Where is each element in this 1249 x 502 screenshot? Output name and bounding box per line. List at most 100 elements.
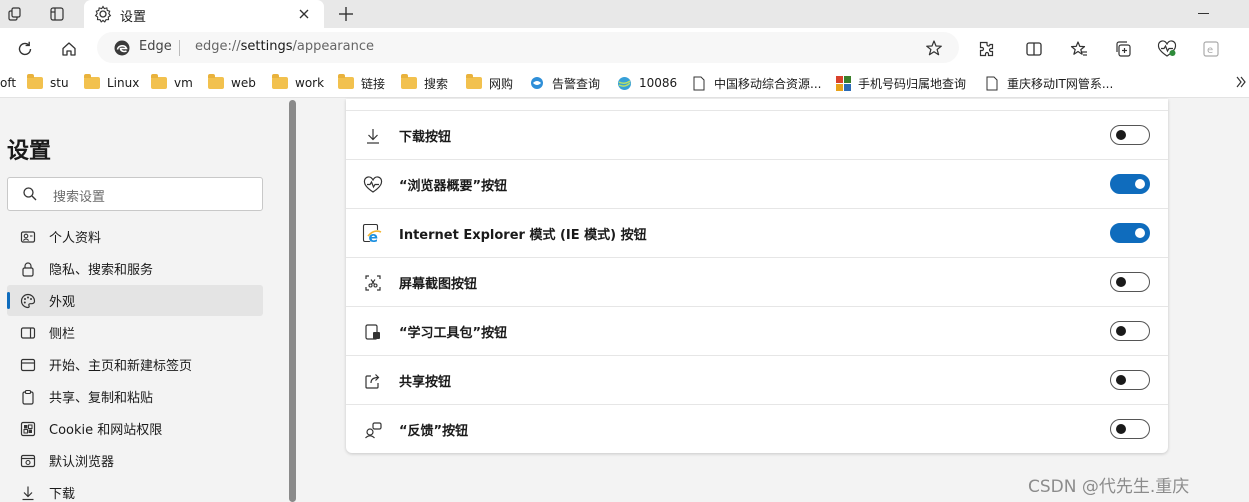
- bookmark-folder[interactable]: 链接: [338, 74, 385, 92]
- search-settings-field[interactable]: 搜索设置: [7, 177, 263, 211]
- setting-row-browser-essentials[interactable]: “浏览器概要”按钮: [346, 159, 1168, 208]
- bookmark-label: 搜索: [424, 76, 449, 91]
- sidebar-item-share-copy-paste[interactable]: 共享、复制和粘贴: [7, 381, 263, 412]
- tab-settings[interactable]: 设置: [84, 0, 324, 28]
- favorite-star-icon[interactable]: [923, 37, 945, 59]
- address-separator: [179, 40, 180, 56]
- learning-toolkit-toggle[interactable]: [1110, 321, 1150, 341]
- settings-sidebar: 设置 搜索设置 个人资料 隐私、搜索和服务 外观 侧栏 开始、主页和新建标签页 …: [0, 99, 288, 502]
- screenshot-toggle[interactable]: [1110, 272, 1150, 292]
- address-bar[interactable]: Edge edge://settings/appearance: [97, 32, 959, 63]
- bookmark-page[interactable]: 中国移动综合资源...: [691, 74, 821, 92]
- sidebar-item-start-home[interactable]: 开始、主页和新建标签页: [7, 349, 263, 380]
- folder-icon: [401, 74, 417, 89]
- download-button-toggle[interactable]: [1110, 125, 1150, 145]
- setting-row-screenshot[interactable]: 屏幕截图按钮: [346, 257, 1168, 306]
- more-bookmarks-icon[interactable]: [1236, 76, 1246, 92]
- sidebar-item-profiles[interactable]: 个人资料: [7, 221, 263, 252]
- sidebar-item-privacy[interactable]: 隐私、搜索和服务: [7, 253, 263, 284]
- extensions-icon[interactable]: [973, 36, 999, 62]
- folder-icon: [338, 74, 354, 89]
- bookmark-folder[interactable]: 网购: [466, 74, 513, 92]
- toggle-knob: [1116, 130, 1126, 140]
- ie-mode-icon[interactable]: e: [1198, 36, 1224, 62]
- refresh-button[interactable]: [12, 36, 38, 62]
- bookmark-label: 告警查询: [552, 76, 601, 91]
- search-icon: [22, 186, 38, 202]
- browser-essentials-icon[interactable]: [1154, 36, 1180, 62]
- bookmark-folder[interactable]: work: [272, 74, 324, 92]
- toggle-knob: [1116, 326, 1126, 336]
- split-screen-icon[interactable]: [1021, 36, 1047, 62]
- browser-essentials-toggle[interactable]: [1110, 174, 1150, 194]
- setting-row-feedback[interactable]: “反馈”按钮: [346, 404, 1168, 453]
- phone-lookup-icon: [835, 75, 851, 91]
- setting-row-download-button[interactable]: 下载按钮: [346, 110, 1168, 159]
- download-icon: [19, 484, 37, 502]
- minimize-button[interactable]: [1198, 13, 1209, 14]
- bookmark-item[interactable]: oft: [0, 74, 16, 92]
- bookmark-folder[interactable]: vm: [151, 74, 193, 92]
- sidebar-item-downloads[interactable]: 下载: [7, 477, 263, 502]
- share-toggle[interactable]: [1110, 370, 1150, 390]
- toolbar: Edge edge://settings/appearance e: [0, 28, 1249, 68]
- bookmark-site[interactable]: 10086: [616, 74, 677, 92]
- tab-strip: 设置: [0, 0, 1249, 28]
- share-icon: [362, 370, 384, 392]
- bookmark-folder[interactable]: 搜索: [401, 74, 448, 92]
- svg-text:e: e: [1207, 45, 1213, 56]
- screenshot-icon: [362, 272, 384, 294]
- bookmark-label: 网购: [489, 76, 514, 91]
- china-mobile-icon: [616, 75, 632, 91]
- setting-row-ie-mode[interactable]: e Internet Explorer 模式 (IE 模式) 按钮: [346, 208, 1168, 257]
- bookmark-site[interactable]: 告警查询: [529, 74, 600, 92]
- folder-icon: [272, 74, 288, 89]
- cookie-icon: [19, 420, 37, 438]
- close-tab-icon[interactable]: [294, 4, 314, 24]
- learning-icon: [362, 321, 384, 343]
- bookmark-folder[interactable]: Linux: [84, 74, 139, 92]
- url-text[interactable]: edge://settings/appearance: [195, 39, 374, 54]
- bookmark-folder[interactable]: stu: [27, 74, 69, 92]
- edge-logo-icon: [113, 39, 131, 57]
- toggle-knob: [1135, 228, 1145, 238]
- bookmark-label: 10086: [639, 76, 678, 90]
- setting-label: 下载按钮: [399, 130, 452, 145]
- page-icon: [984, 75, 1000, 91]
- gear-icon: [94, 5, 112, 23]
- sidebar-item-default-browser[interactable]: 默认浏览器: [7, 445, 263, 476]
- sidebar-item-appearance[interactable]: 外观: [7, 285, 263, 316]
- new-tab-button[interactable]: [334, 2, 358, 26]
- tab-actions-icon[interactable]: [45, 2, 69, 26]
- bookmark-folder[interactable]: web: [208, 74, 256, 92]
- sidebar-scrollbar-thumb[interactable]: [289, 100, 296, 502]
- favorites-icon[interactable]: [1066, 36, 1092, 62]
- settings-title: 设置: [7, 139, 52, 164]
- bookmark-label: 重庆移动IT网管系...: [1007, 76, 1114, 91]
- bookmark-label: stu: [50, 76, 69, 90]
- collections-icon[interactable]: [1110, 36, 1136, 62]
- sidebar-item-sidebar[interactable]: 侧栏: [7, 317, 263, 348]
- page-icon: [691, 75, 707, 91]
- feedback-toggle[interactable]: [1110, 419, 1150, 439]
- setting-label: “反馈”按钮: [399, 424, 469, 439]
- site-favicon-icon: [529, 75, 545, 91]
- clipboard-icon: [19, 388, 37, 406]
- toggle-knob: [1116, 277, 1126, 287]
- bookmark-page[interactable]: 重庆移动IT网管系...: [984, 74, 1113, 92]
- ie-mode-toggle[interactable]: [1110, 223, 1150, 243]
- setting-row-share[interactable]: 共享按钮: [346, 355, 1168, 404]
- toggle-knob: [1116, 375, 1126, 385]
- setting-row-learning-toolkit[interactable]: “学习工具包”按钮: [346, 306, 1168, 355]
- home-button[interactable]: [56, 36, 82, 62]
- site-identity: Edge: [139, 39, 172, 54]
- bookmark-site[interactable]: 手机号码归属地查询: [835, 74, 966, 92]
- workspaces-icon[interactable]: [3, 2, 27, 26]
- sidebar-item-cookies[interactable]: Cookie 和网站权限: [7, 413, 263, 444]
- toolbar-buttons-card: 下载按钮 “浏览器概要”按钮 e Internet Explorer 模式 (I…: [346, 99, 1168, 453]
- ie-icon: e: [362, 223, 384, 245]
- setting-label: “学习工具包”按钮: [399, 326, 508, 341]
- url-host: settings: [240, 39, 293, 54]
- palette-icon: [19, 292, 37, 310]
- sidebar-item-label: 下载: [49, 487, 76, 502]
